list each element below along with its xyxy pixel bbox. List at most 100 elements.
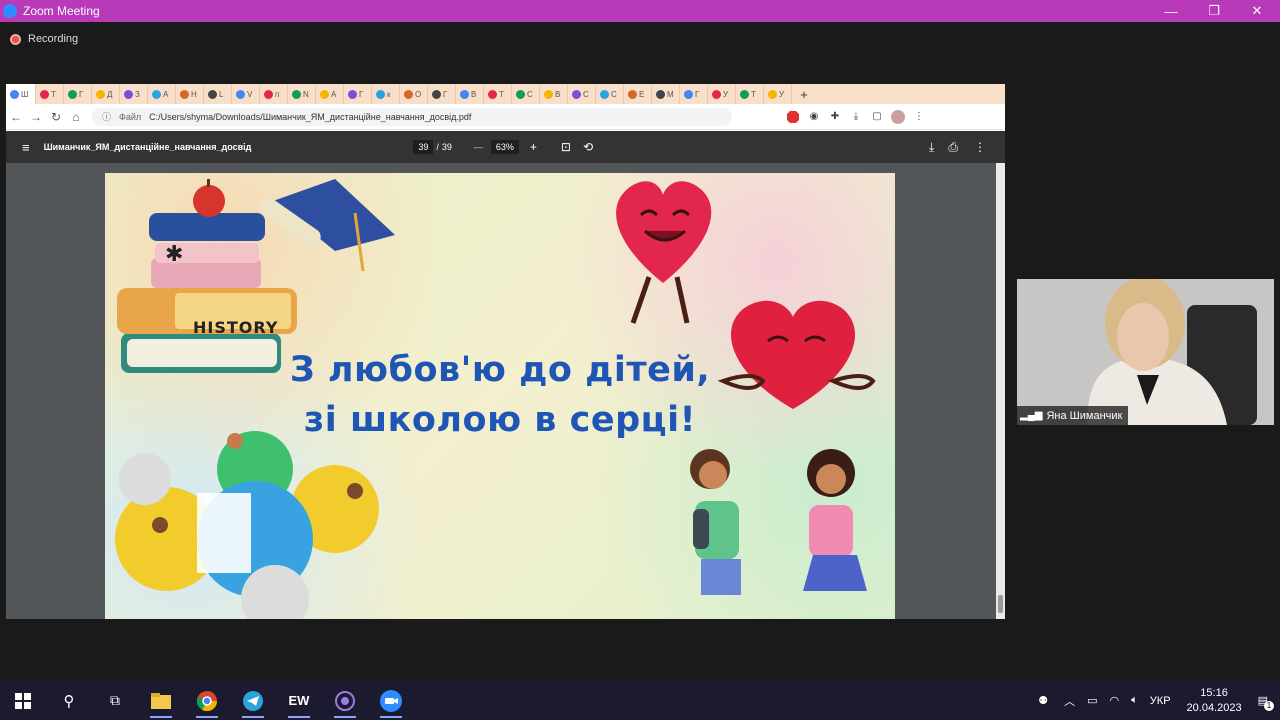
browser-tab[interactable]: п xyxy=(260,84,288,104)
slide-title-line1: З любов'ю до дітей, xyxy=(289,350,711,390)
puzzle-icon[interactable]: ✚ xyxy=(826,108,844,126)
tab-label: Г xyxy=(79,89,84,99)
fit-page-icon[interactable]: ⊡ xyxy=(561,140,571,154)
home-icon[interactable]: ⌂ xyxy=(66,110,86,124)
tab-favicon-icon xyxy=(488,89,497,99)
clock[interactable]: 15:16 20.04.2023 xyxy=(1187,686,1242,716)
browser-tab[interactable]: к xyxy=(372,84,400,104)
browser-tab[interactable]: У xyxy=(708,84,736,104)
browser-tab[interactable]: Е xyxy=(624,84,652,104)
battery-icon[interactable]: ▭ xyxy=(1087,694,1097,707)
tab-favicon-icon xyxy=(152,89,161,99)
tab-favicon-icon xyxy=(96,89,105,99)
pdf-download-icon[interactable]: ⤓ xyxy=(929,140,934,155)
recording-indicator[interactable]: Recording xyxy=(10,33,78,45)
sidepanel-icon[interactable]: ▢ xyxy=(868,108,886,126)
browser-tab[interactable]: З xyxy=(120,84,148,104)
scrollbar-thumb[interactable] xyxy=(998,595,1003,613)
browser-tab[interactable]: О xyxy=(400,84,428,104)
browser-tab[interactable]: Г xyxy=(680,84,708,104)
page-input[interactable]: 39 xyxy=(413,140,434,154)
browser-tab[interactable]: N xyxy=(288,84,316,104)
extension-icon[interactable]: ◉ xyxy=(805,108,823,126)
tab-label: В xyxy=(555,89,561,99)
tab-label: А xyxy=(331,89,337,99)
browser-tab[interactable]: Т xyxy=(36,84,64,104)
sparkle-icon: ✱ xyxy=(165,241,183,266)
tab-favicon-icon xyxy=(404,89,413,99)
browser-tab[interactable]: С xyxy=(596,84,624,104)
tab-label: Т xyxy=(751,89,756,99)
restore-button[interactable]: ❐ xyxy=(1194,0,1234,22)
pdf-scrollbar[interactable] xyxy=(996,163,1005,619)
file-explorer-icon[interactable] xyxy=(138,681,184,720)
tab-favicon-icon xyxy=(40,89,49,99)
tab-label: Е xyxy=(639,89,645,99)
browser-tab[interactable]: Т xyxy=(736,84,764,104)
browser-tab[interactable]: Г xyxy=(344,84,372,104)
viber-icon[interactable] xyxy=(322,681,368,720)
language-indicator[interactable]: УКР xyxy=(1150,695,1171,707)
telegram-icon[interactable] xyxy=(230,681,276,720)
browser-tab[interactable]: В xyxy=(456,84,484,104)
browser-tab[interactable]: L xyxy=(204,84,232,104)
start-icon[interactable] xyxy=(0,681,46,720)
omnibox[interactable]: ⓘ Файл C:/Users/shyma/Downloads/Шиманчик… xyxy=(92,107,732,126)
people-icon[interactable]: ⚉ xyxy=(1038,694,1048,707)
hamburger-icon[interactable]: ≡ xyxy=(22,140,30,155)
word-icon[interactable]: EW xyxy=(276,681,322,720)
notifications-icon[interactable]: ▤ 1 xyxy=(1258,694,1274,711)
pdf-viewer[interactable]: ✱ HISTORY З любов'ю до дітей, зі школою … xyxy=(6,163,1005,619)
browser-tab[interactable]: С xyxy=(512,84,540,104)
adblock-icon[interactable] xyxy=(784,108,802,126)
tab-favicon-icon xyxy=(544,89,553,99)
tray-overflow-icon[interactable]: ︿ xyxy=(1064,693,1075,709)
browser-tab[interactable]: С xyxy=(568,84,596,104)
browser-tab[interactable]: V xyxy=(232,84,260,104)
browser-tab[interactable]: Г xyxy=(64,84,92,104)
browser-tab[interactable]: В xyxy=(540,84,568,104)
wifi-icon[interactable]: ◠ xyxy=(1110,694,1120,707)
clock-date: 20.04.2023 xyxy=(1186,701,1242,714)
tab-label: С xyxy=(527,89,533,99)
reload-icon[interactable]: ↻ xyxy=(46,110,66,124)
browser-tab[interactable]: М xyxy=(652,84,680,104)
forward-icon[interactable]: → xyxy=(26,110,46,124)
pdf-filename: Шиманчик_ЯМ_дистанційне_навчання_досвід xyxy=(43,142,252,152)
browser-tab[interactable]: Ш xyxy=(6,84,36,104)
zoom-input[interactable]: 63% xyxy=(490,140,519,154)
participant-video[interactable] xyxy=(1017,279,1274,425)
system-tray: ⚉ ︿ ▭ ◠ 🔈︎ УКР 15:16 20.04.2023 ▤ 1 xyxy=(1028,681,1280,720)
tab-label: Ш xyxy=(21,89,29,99)
tab-label: С xyxy=(583,89,589,99)
search-icon[interactable]: ⚲ xyxy=(46,681,92,720)
pdf-more-icon[interactable]: ⋮ xyxy=(974,140,986,154)
new-tab-button[interactable]: + xyxy=(792,87,816,102)
back-icon[interactable]: ← xyxy=(6,110,26,124)
zoom-in-button[interactable]: + xyxy=(530,140,537,154)
print-icon[interactable]: ⎙ xyxy=(948,140,958,155)
children-illustration xyxy=(690,449,867,595)
browser-tab[interactable]: У xyxy=(764,84,792,104)
browser-tab[interactable]: А xyxy=(316,84,344,104)
volume-icon[interactable]: 🔈︎ xyxy=(1131,694,1138,707)
minimize-button[interactable]: — xyxy=(1151,0,1191,22)
zoom-logo-icon xyxy=(3,4,17,18)
tab-favicon-icon xyxy=(628,89,637,99)
info-icon: ⓘ xyxy=(102,112,112,122)
close-button[interactable]: ✕ xyxy=(1237,0,1277,22)
download-icon[interactable]: ⤓ xyxy=(847,108,865,126)
task-view-icon[interactable]: ⧉ xyxy=(92,681,138,720)
chrome-icon[interactable] xyxy=(184,681,230,720)
browser-tab[interactable]: Н xyxy=(176,84,204,104)
menu-icon[interactable]: ⋮ xyxy=(910,108,928,126)
rotate-icon[interactable]: ⟲ xyxy=(583,140,593,154)
tab-favicon-icon xyxy=(684,89,693,99)
browser-tab[interactable]: Г xyxy=(428,84,456,104)
browser-tab[interactable]: Д xyxy=(92,84,120,104)
browser-tab[interactable]: А xyxy=(148,84,176,104)
browser-tab[interactable]: Т xyxy=(484,84,512,104)
zoom-icon[interactable] xyxy=(368,681,414,720)
zoom-out-button[interactable]: — xyxy=(474,142,483,152)
profile-icon[interactable] xyxy=(889,108,907,126)
